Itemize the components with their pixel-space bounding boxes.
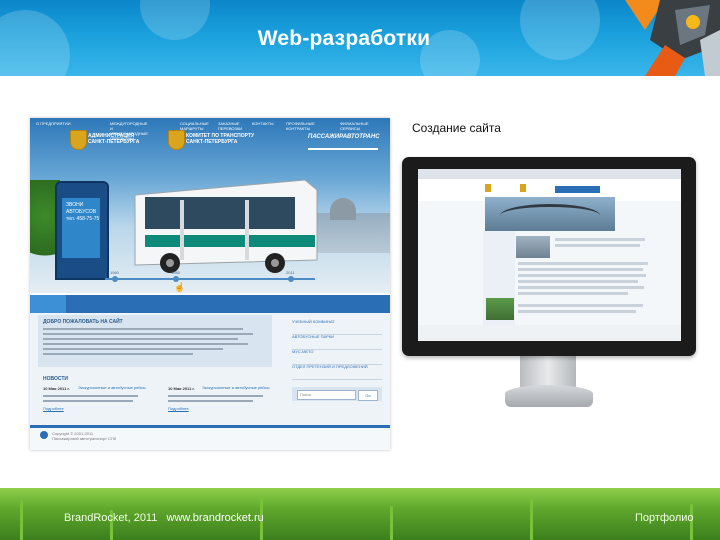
spb-emblem-icon <box>70 130 87 150</box>
monitor-emblem-icon <box>520 184 526 192</box>
timeline-label: 1960 <box>110 270 119 275</box>
bus-image <box>134 179 318 273</box>
shelter-ad-text: ЗВОНИ АВТОБУСОВ тел. 458-75-75 <box>66 202 100 222</box>
site-header-committee: КОМИТЕТ ПО ТРАНСПОРТУ САНКТ-ПЕТЕРБУРГА <box>186 133 255 145</box>
welcome-text-line <box>43 353 193 355</box>
welcome-text-line <box>43 333 253 335</box>
monitor-bridge-arch <box>500 204 600 227</box>
grass-blade <box>530 498 533 540</box>
news-text-line <box>43 395 138 397</box>
monitor-text-line <box>518 268 643 271</box>
side-menu-item[interactable]: УЧЕБНЫЙ КОМБИНАТ <box>292 319 382 335</box>
monitor-emblem-icon <box>485 184 491 192</box>
monitor-text-line <box>555 244 640 247</box>
news-date: 10 Мая 2011 г. <box>168 386 195 391</box>
news-more-link[interactable]: Подробнее <box>168 406 189 411</box>
timeline-dot[interactable] <box>112 276 118 282</box>
news-text-line <box>43 400 133 402</box>
welcome-text-line <box>43 338 238 340</box>
site-nav-item[interactable]: МЕЖДУГОРОДНЫЕ И МЕЖДУНАРОДНЫЕ ПЕРЕВОЗКИ <box>110 121 150 141</box>
site-nav-item[interactable]: О ПРЕДПРИЯТИИ <box>36 121 76 126</box>
hand-cursor-icon: ☝ <box>174 282 186 292</box>
rocket-logo-icon <box>625 0 720 76</box>
search-button[interactable]: Go <box>358 390 378 401</box>
grass-blade <box>20 500 23 540</box>
monitor-site-footer <box>418 325 681 341</box>
timeline-label: 1985 <box>171 270 180 275</box>
history-timeline[interactable] <box>105 278 315 280</box>
site-nav-item[interactable]: ПРОФИЛЬНЫЕ КОНТРАКТЫ <box>286 121 326 131</box>
monitor-browser-bar <box>418 169 681 179</box>
monitor-text-line <box>518 292 628 295</box>
site-nav-item[interactable]: ФИЛИАЛЬНЫЕ СЕРВИСЫ <box>340 121 380 131</box>
site-footer-text: Copyright © 2001-2011 Пассажирский автот… <box>52 431 116 441</box>
website-screenshot-content: АДМИНИСТРАЦИЯ САНКТ-ПЕТЕРБУРГА КОМИТЕТ П… <box>30 118 390 450</box>
site-nav <box>30 295 390 313</box>
search-input[interactable]: Поиск <box>297 390 356 400</box>
side-menu-item[interactable]: МУС-МЕТО <box>292 349 382 365</box>
monitor-text-line <box>518 310 636 313</box>
footer-section-label: Портфолио <box>635 512 694 524</box>
welcome-text-line <box>43 343 248 345</box>
footer-logo-icon <box>40 431 48 439</box>
monitor-site-logo <box>555 186 600 193</box>
timeline-label: 2011 <box>286 270 295 275</box>
news-link[interactable]: Экскурсионные и автобусные рейсы <box>78 385 146 390</box>
news-title: НОВОСТИ <box>43 376 69 382</box>
cathedral-dome-image <box>330 198 356 220</box>
timeline-dot[interactable] <box>288 276 294 282</box>
spb-emblem-icon <box>168 130 185 150</box>
welcome-title: ДОБРО ПОЖАЛОВАТЬ НА САЙТ <box>43 319 123 325</box>
news-more-link[interactable]: Подробнее <box>43 406 64 411</box>
site-nav-item[interactable]: СОЦИАЛЬНЫЕ МАРШРУТЫ <box>180 121 220 131</box>
footer-brand-line: BrandRocket, 2011 www.brandrocket.ru <box>64 512 264 524</box>
footer-brand: BrandRocket, 2011 <box>64 512 158 524</box>
monitor-stand-base <box>505 385 593 407</box>
monitor-content-image <box>486 298 514 320</box>
monitor-text-line <box>518 274 646 277</box>
slide-title: Web-разработки <box>257 27 431 50</box>
news-text-line <box>168 395 263 397</box>
monitor-text-line <box>518 286 644 289</box>
news-text-line <box>168 400 253 402</box>
monitor-text-line <box>518 262 648 265</box>
monitor-stand-neck <box>520 355 576 387</box>
monitor-content-image <box>516 236 550 258</box>
monitor-text-line <box>518 304 643 307</box>
site-logo[interactable]: ПАССАЖИРАВТОТРАНС <box>308 134 380 150</box>
side-menu-item[interactable]: ОТДЕЛ ПРЕТЕНЗИЙ И ПРЕДЛОЖЕНИЙ <box>292 364 382 380</box>
screenshot-caption: Создание сайта <box>412 121 501 135</box>
news-link[interactable]: Экскурсионные и автобусные рейсы <box>202 385 270 390</box>
welcome-text-line <box>43 328 243 330</box>
footer-url[interactable]: www.brandrocket.ru <box>167 512 264 524</box>
site-nav-highlight <box>30 295 66 313</box>
welcome-text-line <box>43 348 223 350</box>
monitor-text-line <box>518 280 638 283</box>
side-menu-item[interactable]: АВТОБУСНЫЕ ПАРКИ <box>292 334 382 350</box>
grass-blade <box>390 506 393 540</box>
monitor-text-line <box>555 238 645 241</box>
news-date: 10 Мая 2011 г. <box>43 386 70 391</box>
